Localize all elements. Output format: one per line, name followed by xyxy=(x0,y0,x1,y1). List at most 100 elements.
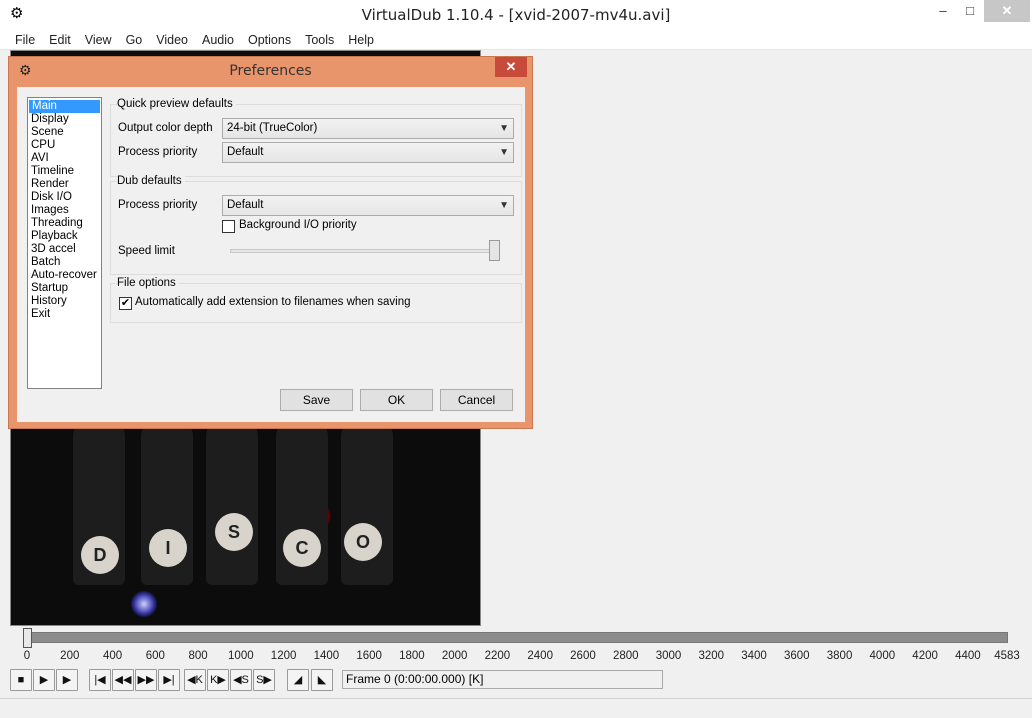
save-button[interactable]: Save xyxy=(280,389,353,411)
timeline-tick-label: 2600 xyxy=(570,650,596,662)
category-item-images[interactable]: Images xyxy=(28,204,101,217)
timeline-tick-label: 0 xyxy=(23,650,31,662)
menu-edit[interactable]: Edit xyxy=(42,30,78,49)
timeline-tick-label: 3000 xyxy=(655,650,682,662)
category-item-startup[interactable]: Startup xyxy=(28,282,101,295)
quick-preview-group-label: Quick preview defaults xyxy=(117,98,236,110)
mark-in-button[interactable]: ◢ xyxy=(287,669,309,691)
menu-audio[interactable]: Audio xyxy=(195,30,241,49)
category-item-disk-i-o[interactable]: Disk I/O xyxy=(28,191,101,204)
dialog-title: Preferences xyxy=(229,63,312,79)
output-color-depth-select[interactable]: 24-bit (TrueColor) ▼ xyxy=(222,118,514,139)
timeline-tick-label: 2000 xyxy=(441,650,468,662)
menu-options[interactable]: Options xyxy=(241,30,298,49)
chevron-down-icon: ▼ xyxy=(499,200,509,211)
timeline-tick-label: 3800 xyxy=(826,650,853,662)
timeline-tick-label: 2200 xyxy=(484,650,511,662)
timeline-tick-label: 4000 xyxy=(869,650,896,662)
menu-tools[interactable]: Tools xyxy=(298,30,341,49)
go-start-icon: |◀ xyxy=(94,674,106,686)
menu-view[interactable]: View xyxy=(78,30,119,49)
maximize-button[interactable]: □ xyxy=(955,0,985,22)
play-output-button[interactable]: ▶ xyxy=(56,669,78,691)
category-item-avi[interactable]: AVI xyxy=(28,152,101,165)
go-end-button[interactable]: ▶| xyxy=(158,669,180,691)
mark-out-icon: ◣ xyxy=(317,674,327,686)
scene-forward-icon: S▶ xyxy=(256,674,272,686)
play-input-button[interactable]: ▶ xyxy=(33,669,55,691)
stop-button[interactable]: ■ xyxy=(10,669,32,691)
category-item-playback[interactable]: Playback xyxy=(28,230,101,243)
stop-icon: ■ xyxy=(17,674,25,686)
file-options-group-label: File options xyxy=(117,277,179,289)
category-item-3d-accel[interactable]: 3D accel xyxy=(28,243,101,256)
scene-forward-button[interactable]: S▶ xyxy=(253,669,275,691)
category-item-scene[interactable]: Scene xyxy=(28,126,101,139)
dialog-close-button[interactable]: ✕ xyxy=(495,57,527,77)
speed-limit-label: Speed limit xyxy=(118,245,175,257)
timeline-thumb[interactable] xyxy=(23,628,32,648)
menu-help[interactable]: Help xyxy=(341,30,381,49)
timeline-tick-label: 1600 xyxy=(356,650,382,662)
scene-back-icon: ◀S xyxy=(233,674,249,686)
menu-video[interactable]: Video xyxy=(149,30,195,49)
quick-preview-group xyxy=(110,104,522,177)
prev-keyframe-button[interactable]: ◀K xyxy=(184,669,206,691)
timeline-tick-label: 1800 xyxy=(399,650,425,662)
go-start-button[interactable]: |◀ xyxy=(89,669,111,691)
close-button[interactable]: ✕ xyxy=(984,0,1030,22)
letter-ball: D xyxy=(81,536,119,574)
minimize-button[interactable]: – xyxy=(928,0,958,22)
go-end-icon: ▶| xyxy=(163,674,175,686)
timeline-tick-label: 200 xyxy=(60,650,80,662)
step-forward-icon: ▶▶ xyxy=(137,674,155,686)
category-item-threading[interactable]: Threading xyxy=(28,217,101,230)
timeline-track[interactable] xyxy=(26,632,1008,643)
background-io-checkbox[interactable] xyxy=(222,220,235,233)
menu-go[interactable]: Go xyxy=(119,30,150,49)
quick-process-priority-value: Default xyxy=(227,146,264,158)
prev-keyframe-icon: ◀K xyxy=(187,674,203,686)
category-item-render[interactable]: Render xyxy=(28,178,101,191)
dub-process-priority-value: Default xyxy=(227,199,264,211)
status-bar xyxy=(0,698,1032,718)
ok-button[interactable]: OK xyxy=(360,389,433,411)
dub-process-priority-select[interactable]: Default ▼ xyxy=(222,195,514,216)
timeline-tick-label: 3400 xyxy=(741,650,767,662)
category-item-exit[interactable]: Exit xyxy=(28,308,101,321)
auto-extension-checkbox[interactable]: ✔ xyxy=(119,297,132,310)
menu-file[interactable]: File xyxy=(8,30,42,49)
cancel-button[interactable]: Cancel xyxy=(440,389,513,411)
background-io-label: Background I/O priority xyxy=(239,219,357,231)
category-item-auto-recover[interactable]: Auto-recover xyxy=(28,269,101,282)
speed-limit-slider-thumb[interactable] xyxy=(489,240,500,261)
auto-extension-label: Automatically add extension to filenames… xyxy=(135,296,411,308)
category-item-main[interactable]: Main xyxy=(29,100,100,113)
next-keyframe-button[interactable]: K▶ xyxy=(207,669,229,691)
output-color-depth-value: 24-bit (TrueColor) xyxy=(227,122,318,134)
blue-light xyxy=(131,591,157,617)
quick-process-priority-select[interactable]: Default ▼ xyxy=(222,142,514,163)
mark-out-button[interactable]: ◣ xyxy=(311,669,333,691)
dialog-body: Main Display Scene CPU AVI Timeline Render Disk… xyxy=(17,87,525,422)
timeline-tick-label: 4400 xyxy=(955,650,981,662)
category-item-timeline[interactable]: Timeline xyxy=(28,165,101,178)
menu-bar: File Edit View Go Video Audio Options To… xyxy=(0,30,1032,50)
step-forward-button[interactable]: ▶▶ xyxy=(135,669,157,691)
figure xyxy=(206,415,258,585)
scene-back-button[interactable]: ◀S xyxy=(230,669,252,691)
category-item-cpu[interactable]: CPU xyxy=(28,139,101,152)
output-color-depth-label: Output color depth xyxy=(118,122,213,134)
mark-in-icon: ◢ xyxy=(293,674,303,686)
category-item-batch[interactable]: Batch xyxy=(28,256,101,269)
timeline-ticks: 0 200 400 600 800 1000 1200 1400 1600 1800 2000 220… xyxy=(0,650,1032,666)
category-item-history[interactable]: History xyxy=(28,295,101,308)
timeline-tick-label: 1400 xyxy=(313,650,340,662)
step-back-button[interactable]: ◀◀ xyxy=(112,669,134,691)
letter-ball: O xyxy=(344,523,382,561)
category-item-display[interactable]: Display xyxy=(28,113,101,126)
main-title-bar[interactable]: ⚙ VirtualDub 1.10.4 - [xvid-2007-mv4u.av… xyxy=(0,0,1032,30)
speed-limit-slider-track[interactable] xyxy=(230,249,500,253)
category-list[interactable]: Main Display Scene CPU AVI Timeline Render Disk… xyxy=(27,97,102,389)
window-title: VirtualDub 1.10.4 - [xvid-2007-mv4u.avi] xyxy=(361,6,671,24)
